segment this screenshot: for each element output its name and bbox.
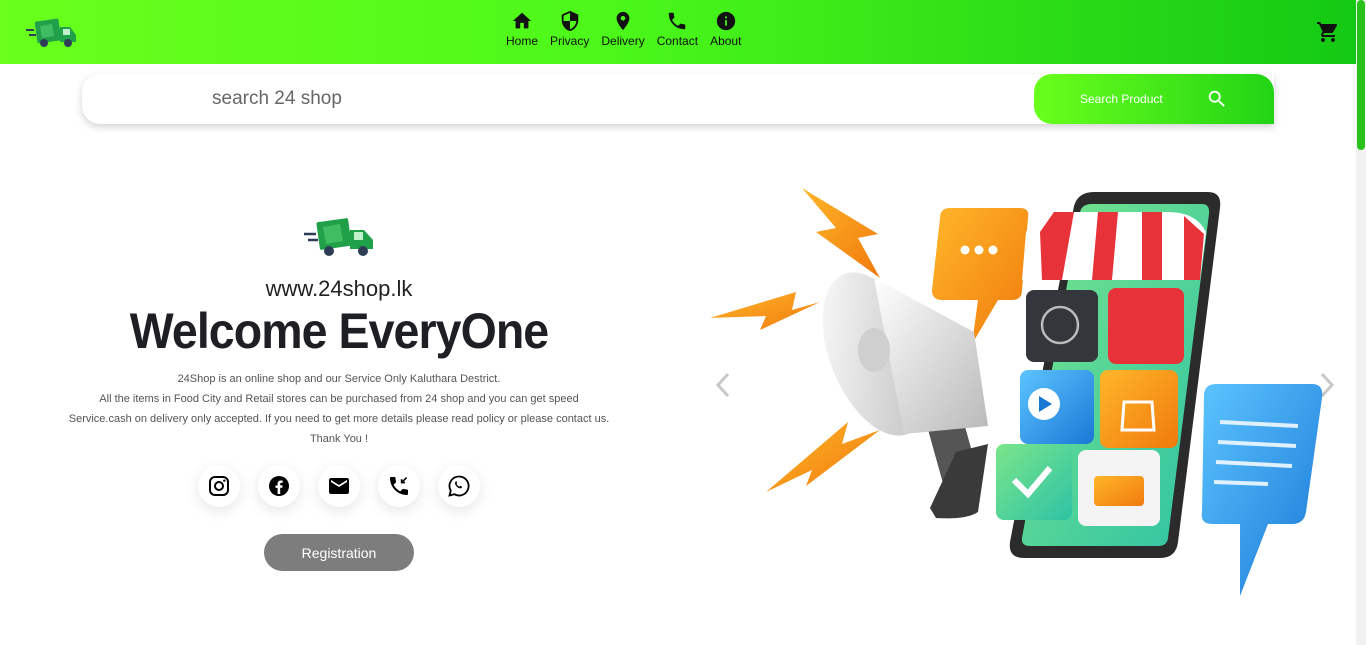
- search-icon: [1208, 90, 1225, 107]
- site-url: www.24shop.lk: [265, 276, 413, 301]
- social-links: [198, 465, 498, 507]
- scrollbar-thumb[interactable]: [1357, 0, 1365, 150]
- description-line: All the items in Food City and Retail st…: [99, 393, 579, 405]
- search-button-label: Search Product: [1080, 92, 1163, 106]
- nav-delivery-label: Delivery: [601, 34, 645, 48]
- info-icon: [716, 11, 735, 31]
- megaphone-phone-illustration: [710, 188, 1323, 596]
- hero-delivery-truck-logo: [304, 218, 373, 256]
- nav-privacy[interactable]: Privacy: [550, 10, 589, 48]
- nav-home[interactable]: Home: [506, 10, 538, 48]
- lightning-bolt-shape: [766, 422, 880, 492]
- home-icon: [512, 12, 532, 29]
- search-input[interactable]: [212, 74, 992, 124]
- nav-privacy-label: Privacy: [550, 34, 590, 48]
- description-line: 24Shop is an online shop and our Service…: [177, 373, 501, 385]
- mail-button[interactable]: [318, 465, 360, 507]
- facebook-button[interactable]: [258, 465, 300, 507]
- shopping-cart-icon[interactable]: [1316, 20, 1340, 44]
- nav-home-label: Home: [506, 34, 539, 48]
- shield-icon: [561, 10, 578, 32]
- nav-about[interactable]: About: [710, 10, 741, 48]
- lightning-bolt-shape: [710, 292, 820, 330]
- search-product-button[interactable]: Search Product: [1034, 74, 1274, 124]
- instagram-button[interactable]: [198, 465, 240, 507]
- phone-callback-button[interactable]: [378, 465, 420, 507]
- whatsapp-icon: [448, 475, 470, 497]
- lightning-bolt-shape: [802, 188, 880, 278]
- description-line: Service.cash on delivery only accepted. …: [68, 413, 610, 425]
- page-scrollbar[interactable]: [1356, 0, 1366, 645]
- top-navbar: Home Privacy Delivery Contact About: [0, 0, 1356, 64]
- hero-description: 24Shop is an online shop and our Service…: [0, 369, 678, 449]
- facebook-icon: [269, 476, 289, 496]
- nav-contact-label: Contact: [656, 34, 699, 48]
- mail-icon: [329, 478, 349, 494]
- description-line: Thank You !: [309, 433, 369, 445]
- search-bar: Search Product: [82, 74, 1274, 124]
- welcome-heading: Welcome EveryOne: [129, 303, 549, 359]
- location-pin-icon: [616, 11, 630, 31]
- nav-contact[interactable]: Contact: [657, 10, 698, 48]
- phone-callback-icon: [390, 477, 408, 495]
- registration-button[interactable]: Registration: [264, 534, 414, 571]
- nav-about-label: About: [710, 34, 742, 48]
- main-navigation: Home Privacy Delivery Contact About: [500, 10, 747, 48]
- whatsapp-button[interactable]: [438, 465, 480, 507]
- chat-bubble-shape: [1201, 384, 1323, 596]
- phone-icon: [669, 12, 686, 30]
- delivery-truck-logo[interactable]: [24, 14, 78, 50]
- instagram-icon: [209, 476, 229, 496]
- nav-delivery[interactable]: Delivery: [601, 10, 645, 48]
